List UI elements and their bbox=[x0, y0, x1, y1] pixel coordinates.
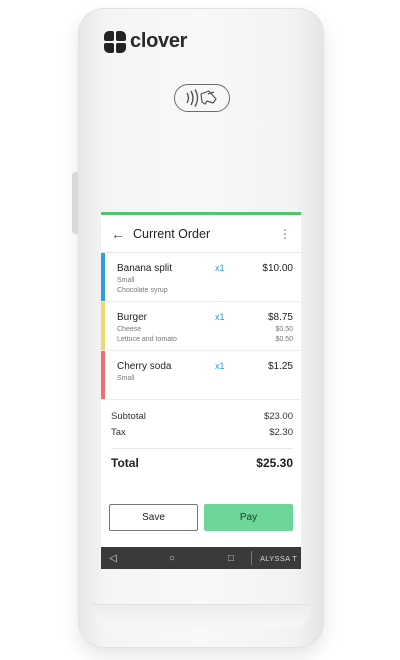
pay-button[interactable]: Pay bbox=[204, 504, 293, 531]
item-color-bar bbox=[101, 253, 105, 301]
item-name: Banana split bbox=[117, 263, 173, 274]
page-title: Current Order bbox=[133, 226, 211, 241]
save-button[interactable]: Save bbox=[109, 504, 198, 531]
item-modifier: Chocolate syrup bbox=[117, 287, 168, 294]
item-modifier: Small bbox=[117, 375, 135, 382]
item-modifier-price: $0.50 bbox=[275, 326, 293, 333]
item-name: Burger bbox=[117, 312, 148, 323]
subtotal-row: Subtotal $23.00 bbox=[111, 408, 293, 424]
nav-home-icon[interactable]: ○ bbox=[160, 553, 184, 564]
subtotal-label: Subtotal bbox=[111, 410, 146, 422]
order-totals: Subtotal $23.00 Tax $2.30 Total $25.30 bbox=[101, 400, 301, 470]
nav-recents-icon[interactable]: □ bbox=[219, 553, 243, 564]
app-bar: ← Current Order ⋮ bbox=[101, 215, 301, 253]
nav-back-icon[interactable]: ◁ bbox=[101, 553, 125, 564]
item-quantity: x1 bbox=[215, 361, 225, 371]
item-modifier-price: $0.50 bbox=[275, 336, 293, 343]
item-name: Cherry soda bbox=[117, 361, 172, 372]
contactless-reader-icon bbox=[174, 84, 230, 112]
total-row: Total $25.30 bbox=[111, 448, 293, 470]
item-color-bar bbox=[101, 351, 105, 399]
tax-row: Tax $2.30 bbox=[111, 424, 293, 440]
device-side-button bbox=[72, 172, 78, 234]
item-color-bar bbox=[101, 302, 105, 350]
tax-value: $2.30 bbox=[269, 426, 293, 438]
more-options-icon[interactable]: ⋮ bbox=[279, 227, 291, 241]
item-price: $10.00 bbox=[262, 263, 293, 274]
total-value: $25.30 bbox=[256, 455, 293, 470]
item-modifier: Small bbox=[117, 277, 135, 284]
total-label: Total bbox=[111, 455, 139, 470]
tax-label: Tax bbox=[111, 426, 126, 438]
device-base bbox=[92, 604, 310, 628]
item-price: $8.75 bbox=[267, 312, 293, 323]
brand-name: clover bbox=[130, 30, 188, 52]
order-item-cherry-soda[interactable]: Cherry soda x1 $1.25 Small bbox=[101, 351, 301, 400]
back-arrow-icon[interactable]: ← bbox=[111, 226, 125, 242]
device-screen: ← Current Order ⋮ Banana split x1 $10.00… bbox=[101, 212, 301, 569]
item-quantity: x1 bbox=[215, 263, 225, 273]
clover-logo-icon bbox=[104, 30, 126, 53]
action-buttons: Save Pay bbox=[109, 504, 293, 531]
brand: clover bbox=[104, 30, 187, 53]
item-modifier: Lettuce and tomato bbox=[117, 336, 177, 343]
item-price: $1.25 bbox=[267, 361, 293, 372]
subtotal-value: $23.00 bbox=[263, 410, 293, 422]
order-item-banana-split[interactable]: Banana split x1 $10.00 Small Chocolate s… bbox=[101, 253, 301, 302]
nav-divider bbox=[251, 551, 252, 565]
order-item-burger[interactable]: Burger x1 $8.75 Cheese $0.50 Lettuce and… bbox=[101, 302, 301, 351]
logged-in-user[interactable]: ALYSSA T bbox=[260, 554, 297, 563]
item-modifier: Cheese bbox=[117, 326, 142, 333]
android-nav-bar: ◁ ○ □ ALYSSA T bbox=[101, 547, 301, 569]
item-quantity: x1 bbox=[215, 312, 225, 322]
